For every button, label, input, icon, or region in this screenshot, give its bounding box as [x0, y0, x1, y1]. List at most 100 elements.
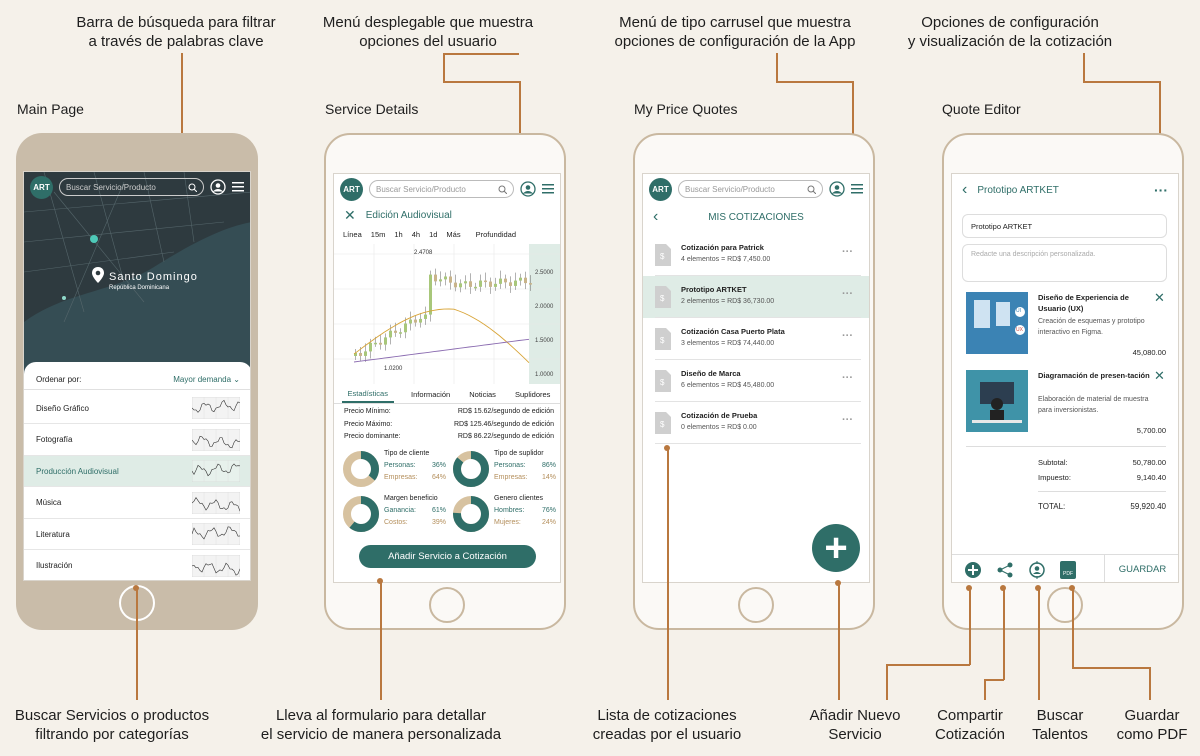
- tab-2[interactable]: Noticias: [467, 387, 498, 402]
- range-option[interactable]: 1h: [394, 230, 402, 239]
- candlestick: [419, 318, 422, 323]
- quote-list-item[interactable]: $ Cotización para Patrick 4 elementos = RD…: [643, 234, 869, 276]
- search-icon[interactable]: [498, 185, 507, 194]
- close-icon[interactable]: ✕: [344, 207, 356, 224]
- search-icon[interactable]: [807, 185, 816, 194]
- more-options-icon[interactable]: ···: [842, 246, 853, 258]
- sort-dropdown[interactable]: Mayor demanda ⌄: [173, 375, 240, 384]
- phone-quotes: ART Buscar Servicio/Producto ‹ MIS COTIZ…: [633, 133, 875, 630]
- candlestick: [439, 279, 442, 282]
- svg-text:$: $: [660, 336, 665, 345]
- share-icon[interactable]: [996, 561, 1014, 579]
- main-screen: ART Buscar Servicio/Producto Santo Domin…: [23, 171, 251, 581]
- annotation-carousel: Menú de tipo carrusel que muestra opcion…: [614, 14, 856, 50]
- add-service-button[interactable]: Añadir Servicio a Cotización: [359, 545, 536, 568]
- search-input[interactable]: Buscar Servicio/Producto: [369, 180, 514, 198]
- range-option[interactable]: 1d: [429, 230, 437, 239]
- category-item[interactable]: Literatura: [24, 519, 250, 550]
- add-icon[interactable]: [964, 561, 982, 579]
- quote-list-item[interactable]: $ Cotización Casa Puerto Plata 3 elementos…: [643, 318, 869, 360]
- svg-text:$: $: [660, 252, 665, 261]
- user-icon[interactable]: [520, 181, 536, 197]
- annotation-talents: Buscar Talentos: [1032, 707, 1088, 743]
- candlestick: [509, 282, 512, 286]
- range-option[interactable]: Más: [446, 230, 460, 239]
- remove-item-icon[interactable]: ✕: [1154, 368, 1165, 384]
- annotation-form: Lleva al formulario para detallar el ser…: [260, 707, 502, 743]
- phone-details: ART Buscar Servicio/Producto ✕ Edición A…: [324, 133, 566, 630]
- range-option[interactable]: 15m: [371, 230, 386, 239]
- search-input[interactable]: Buscar Servicio/Producto: [678, 180, 823, 198]
- more-options-icon[interactable]: ···: [842, 330, 853, 342]
- subtotal-value: 50,780.00: [1132, 458, 1166, 467]
- candlestick: [374, 342, 377, 345]
- add-quote-fab[interactable]: +: [812, 524, 860, 572]
- menu-icon[interactable]: [542, 183, 554, 195]
- search-input[interactable]: Buscar Servicio/Producto: [59, 178, 204, 196]
- category-item[interactable]: Fotografía: [24, 425, 250, 456]
- donut-b-value: 64%: [431, 474, 446, 481]
- candlestick: [474, 286, 477, 289]
- stat-row: Precio Máximo: RD$ 125.46/segundo de edic…: [344, 421, 554, 434]
- tab-0[interactable]: Estadísticas: [341, 386, 394, 403]
- candlestick: [429, 274, 432, 315]
- app-logo[interactable]: ART: [30, 175, 53, 199]
- tab-1[interactable]: Información: [409, 387, 452, 402]
- candlestick: [384, 337, 387, 345]
- range-option[interactable]: 4h: [412, 230, 420, 239]
- home-button[interactable]: [738, 587, 774, 623]
- quote-list-item[interactable]: $ Prototipo ARTKET 2 elementos = RD$ 36,73…: [643, 276, 869, 318]
- candlestick: [424, 314, 427, 319]
- candlestick: [449, 276, 452, 283]
- more-options-icon[interactable]: ···: [842, 372, 853, 384]
- candlestick: [484, 280, 487, 283]
- menu-icon[interactable]: [232, 181, 244, 193]
- editor-title: Prototipo ARTKET: [977, 184, 1059, 196]
- quote-list-item[interactable]: $ Diseño de Marca 6 elementos = RD$ 45,480…: [643, 360, 869, 402]
- details-tabs: Estadísticas Información Noticias Suplidore…: [334, 386, 560, 404]
- back-arrow-icon[interactable]: ‹: [653, 208, 673, 226]
- pdf-icon[interactable]: PDF: [1060, 560, 1076, 579]
- category-item[interactable]: Producción Audiovisual: [24, 456, 250, 487]
- range-option[interactable]: Línea: [343, 230, 362, 239]
- back-arrow-icon[interactable]: ‹: [962, 181, 967, 199]
- details-title: Edición Audiovisual: [365, 209, 452, 221]
- more-options-icon[interactable]: ···: [842, 414, 853, 426]
- quote-name: Cotización Casa Puerto Plata: [681, 327, 785, 336]
- more-options-icon[interactable]: ···: [1154, 182, 1168, 198]
- quote-description-input[interactable]: Redacte una descripción personalizada.: [962, 244, 1167, 282]
- map-city: Santo Domingo: [109, 271, 198, 283]
- donut-b-label: Costos:: [384, 519, 408, 526]
- candlestick: [479, 280, 482, 287]
- category-item[interactable]: Diseño Gráfico: [24, 393, 250, 424]
- donut-a-value: 76%: [541, 507, 556, 514]
- home-button[interactable]: [429, 587, 465, 623]
- save-button[interactable]: GUARDAR: [1104, 554, 1178, 582]
- phone-editor: ‹ Prototipo ARTKET ··· Prototipo ARTKET …: [942, 133, 1184, 630]
- candlestick: [464, 281, 467, 284]
- category-item[interactable]: Música: [24, 488, 250, 519]
- donut-chart: [453, 496, 489, 532]
- candlestick: [359, 353, 362, 356]
- quote-list-item[interactable]: $ Cotización de Prueba 0 elementos = RD$ 0…: [643, 402, 869, 444]
- quote-name-input[interactable]: Prototipo ARTKET: [962, 214, 1167, 238]
- talent-search-icon[interactable]: [1028, 560, 1046, 579]
- category-item[interactable]: Ilustración: [24, 551, 250, 581]
- home-button[interactable]: [1047, 587, 1083, 623]
- more-options-icon[interactable]: ···: [842, 288, 853, 300]
- screen-title-main: Main Page: [17, 101, 84, 117]
- app-logo[interactable]: ART: [649, 177, 672, 201]
- total-label: TOTAL:: [1038, 502, 1066, 511]
- menu-icon[interactable]: [851, 183, 863, 195]
- tab-3[interactable]: Suplidores: [513, 387, 552, 402]
- ux-badge: UX: [1016, 327, 1023, 333]
- candlestick: [514, 280, 517, 286]
- remove-item-icon[interactable]: ✕: [1154, 290, 1165, 306]
- user-icon[interactable]: [829, 181, 845, 197]
- location-pin-icon: [92, 267, 104, 283]
- search-icon[interactable]: [188, 183, 197, 192]
- app-logo[interactable]: ART: [340, 177, 363, 201]
- user-icon[interactable]: [210, 179, 226, 195]
- range-option[interactable]: Profundidad: [476, 230, 516, 239]
- candlestick: [519, 277, 522, 281]
